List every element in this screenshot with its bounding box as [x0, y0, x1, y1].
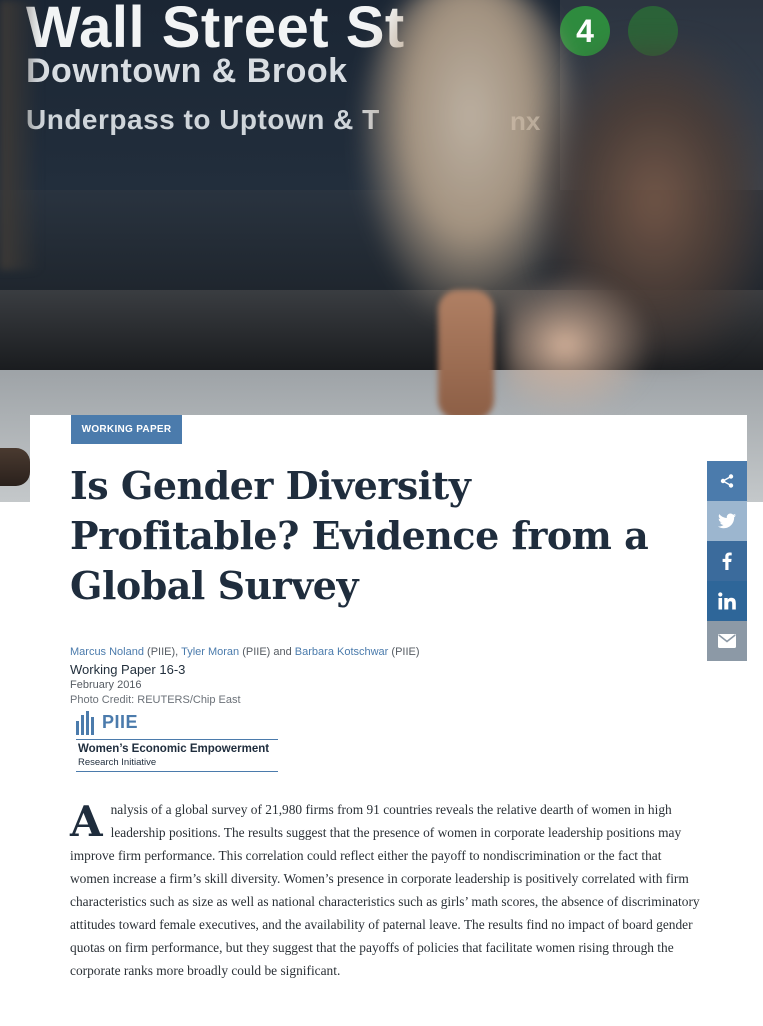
paper-number: Working Paper 16-3	[70, 662, 186, 677]
twitter-icon	[718, 513, 736, 529]
share-button[interactable]	[707, 461, 747, 501]
share-icon	[720, 474, 734, 488]
article-meta: Marcus Noland (PIIE), Tyler Moran (PIIE)…	[70, 645, 670, 707]
logo-rule	[76, 771, 278, 772]
author-affiliation: (PIIE),	[143, 646, 182, 658]
share-bar	[707, 461, 747, 661]
author-list: Marcus Noland (PIIE), Tyler Moran (PIIE)…	[70, 645, 670, 659]
page-title: Is Gender Diversity Profitable? Evidence…	[70, 463, 649, 608]
twitter-share-button[interactable]	[707, 501, 747, 541]
linkedin-icon	[718, 592, 736, 610]
linkedin-share-button[interactable]	[707, 581, 747, 621]
shoe	[0, 448, 30, 486]
email-share-button[interactable]	[707, 621, 747, 661]
email-icon	[718, 634, 736, 648]
author-affiliation: (PIIE)	[388, 646, 420, 658]
sign-line-3: Underpass to Uptown & T	[26, 104, 380, 135]
piie-logo-mark-icon	[76, 711, 98, 735]
drop-cap: A	[70, 797, 103, 846]
article-card: WORKING PAPER Is Gender Diversity Profit…	[30, 415, 747, 1026]
photo-credit: Photo Credit: REUTERS/Chip East	[70, 694, 241, 706]
author-link-moran[interactable]: Tyler Moran	[181, 646, 239, 658]
initiative-subtitle: Research Initiative	[78, 757, 157, 768]
piie-logo-text: PIIE	[102, 712, 139, 732]
category-tag[interactable]: WORKING PAPER	[71, 415, 182, 444]
author-link-kotschwar[interactable]: Barbara Kotschwar	[295, 646, 389, 658]
blurred-leg-2	[505, 270, 655, 420]
publish-date: February 2016	[70, 679, 142, 691]
facebook-icon	[722, 552, 732, 570]
initiative-name: Women’s Economic Empowerment	[78, 743, 270, 755]
piie-logo[interactable]: PIIE Women’s Economic Empowerment Resear…	[76, 711, 278, 773]
abstract: Analysis of a global survey of 21,980 fi…	[70, 798, 700, 982]
blurred-figure-left	[0, 0, 40, 270]
logo-rule	[76, 739, 278, 740]
facebook-share-button[interactable]	[707, 541, 747, 581]
sign-line-2: Downtown & Brook	[26, 52, 348, 90]
abstract-text: nalysis of a global survey of 21,980 fir…	[70, 802, 700, 978]
author-affiliation: (PIIE) and	[239, 646, 295, 658]
blurred-leg	[438, 290, 494, 420]
author-link-noland[interactable]: Marcus Noland	[70, 646, 144, 658]
